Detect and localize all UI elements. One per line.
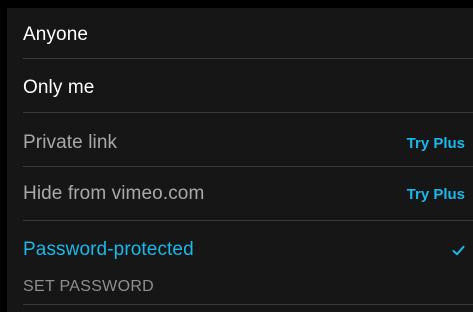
privacy-option-label: Anyone [23, 24, 89, 45]
privacy-option-hide-from-vimeo[interactable]: Hide from vimeo.com Try Plus [7, 167, 473, 220]
privacy-option-anyone[interactable]: Anyone [7, 8, 473, 58]
checkmark-icon [452, 245, 465, 256]
privacy-settings-screen: Anyone Only me Private link Try Plus Hid… [0, 0, 473, 312]
set-password-button[interactable]: SET PASSWORD [23, 277, 154, 297]
privacy-option-label: Private link [23, 132, 118, 153]
privacy-option-label: Password-protected [23, 239, 194, 260]
privacy-option-label: Hide from vimeo.com [23, 183, 205, 204]
privacy-option-label: Only me [23, 77, 95, 98]
try-plus-link[interactable]: Try Plus [407, 134, 465, 154]
privacy-options-list: Anyone Only me Private link Try Plus Hid… [7, 8, 473, 312]
privacy-option-password-protected[interactable]: Password-protected SET PASSWORD [7, 221, 473, 304]
try-plus-link[interactable]: Try Plus [407, 185, 465, 205]
divider [23, 304, 473, 305]
privacy-option-private-link[interactable]: Private link Try Plus [7, 113, 473, 166]
privacy-option-only-me[interactable]: Only me [7, 59, 473, 112]
